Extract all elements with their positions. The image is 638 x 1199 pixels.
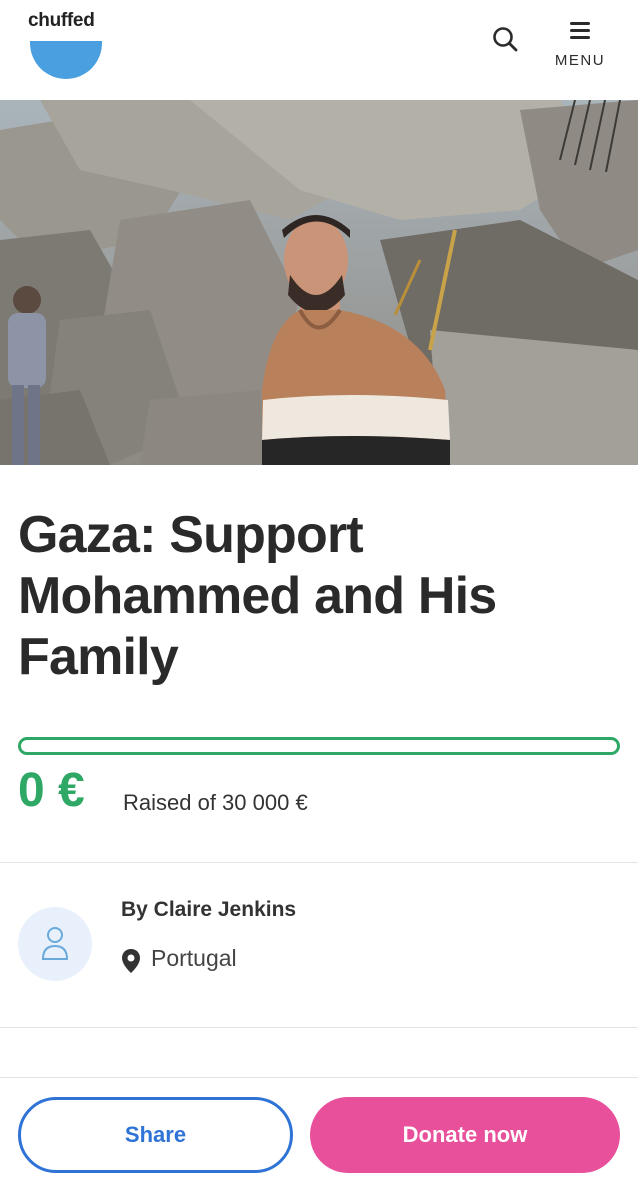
site-header: chuffed MENU — [0, 0, 638, 100]
fundraising-progress-bar — [18, 737, 620, 755]
section-divider — [0, 1027, 638, 1028]
menu-label: MENU — [554, 52, 606, 69]
campaign-title: Gaza: Support Mohammed and His Family — [18, 506, 497, 686]
section-divider — [0, 862, 638, 863]
logo-bowl-shape — [30, 41, 102, 79]
logo-text: chuffed — [28, 10, 95, 31]
chuffed-logo[interactable]: chuffed — [26, 8, 106, 79]
map-pin-icon — [122, 949, 140, 973]
donate-now-button[interactable]: Donate now — [310, 1097, 620, 1173]
search-button[interactable] — [488, 22, 524, 58]
amount-raised: 0 € — [18, 764, 85, 817]
organizer-location: Portugal — [151, 945, 237, 971]
action-bar-divider — [0, 1077, 638, 1078]
organizer-avatar — [18, 907, 92, 981]
menu-button[interactable]: MENU — [550, 18, 610, 74]
search-icon — [493, 27, 518, 52]
campaign-hero-image — [0, 100, 638, 465]
user-icon — [41, 927, 69, 960]
raised-of-goal: Raised of 30 000 € — [123, 790, 308, 815]
organizer-name[interactable]: By Claire Jenkins — [121, 898, 296, 922]
hamburger-menu-icon — [570, 22, 590, 40]
hero-photo — [0, 100, 638, 465]
share-button[interactable]: Share — [18, 1097, 293, 1173]
